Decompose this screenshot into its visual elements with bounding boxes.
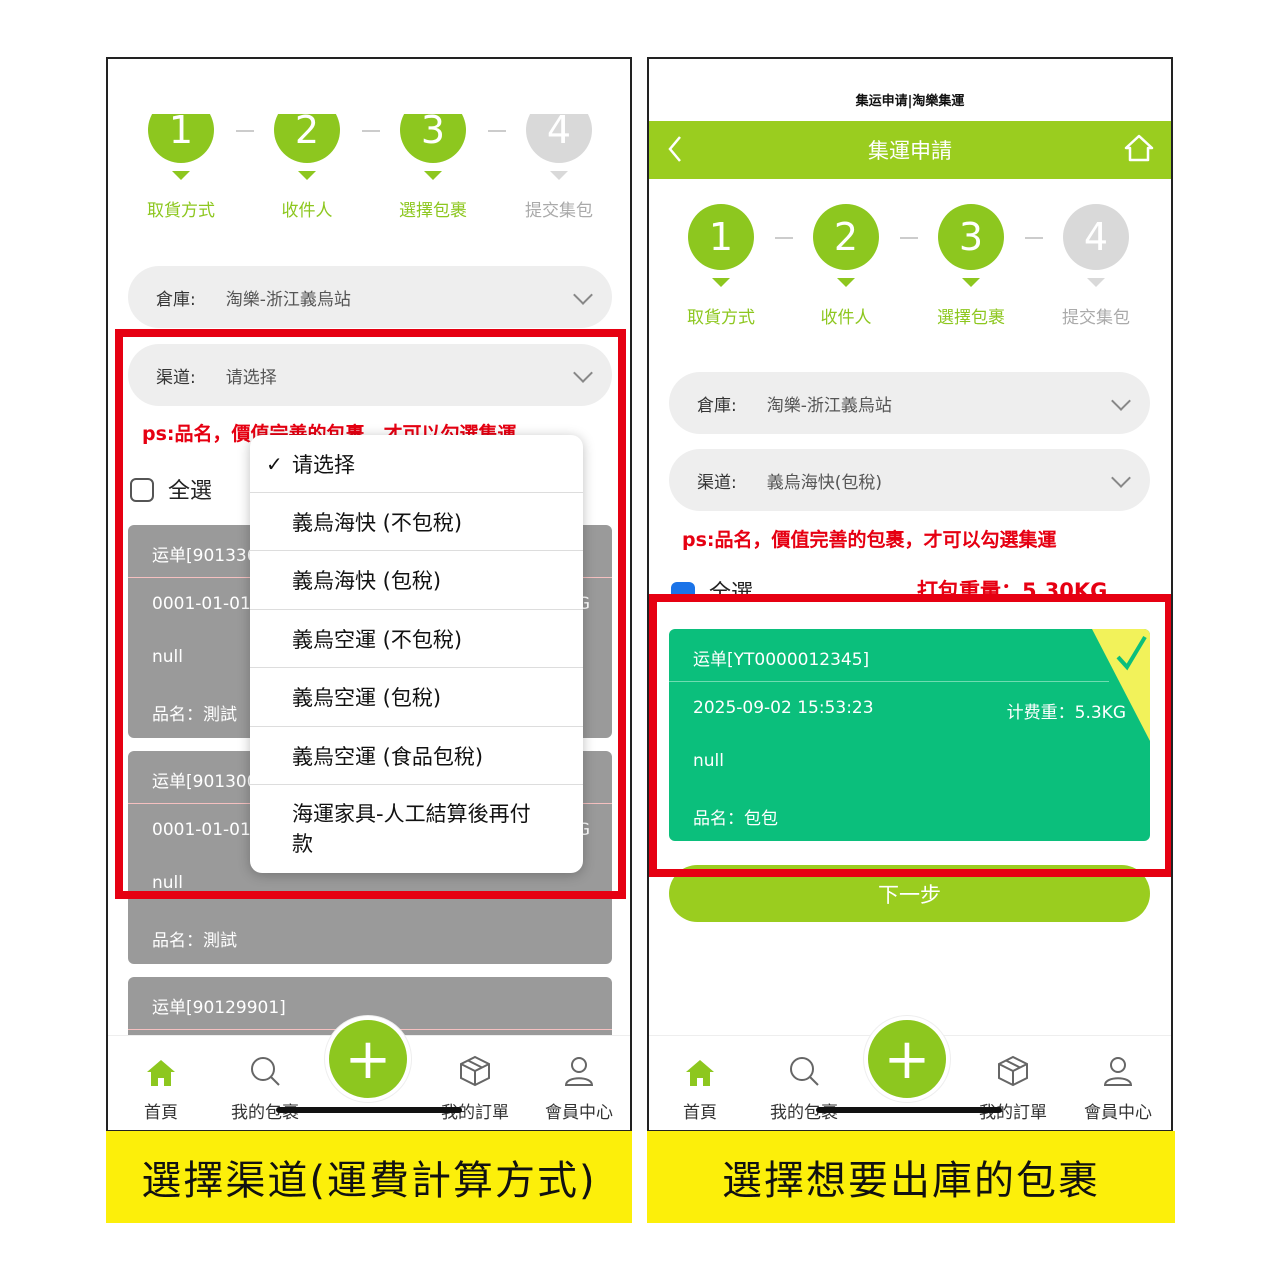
highlight-box xyxy=(115,329,626,899)
step-indicator xyxy=(298,171,316,180)
step-2: 2 收件人 xyxy=(796,204,896,328)
channel-select[interactable]: 渠道: 義烏海快(包稅) xyxy=(669,449,1150,511)
title-mask xyxy=(108,59,630,114)
step-indicator xyxy=(712,278,730,287)
step-2-label: 收件人 xyxy=(281,201,333,221)
chevron-down-icon xyxy=(573,285,593,305)
home-icon xyxy=(116,1036,206,1088)
tab-home[interactable]: 首頁 xyxy=(116,1036,206,1123)
search-icon xyxy=(220,1036,310,1088)
right-phone-screen: 集运申请|淘樂集運 集運申請 1 取貨方式 2 收件人 3 選擇包裹 4 提交集… xyxy=(647,57,1173,1132)
user-icon xyxy=(1073,1036,1163,1088)
step-indicator xyxy=(172,171,190,180)
home-indicator xyxy=(816,1107,1002,1113)
warehouse-select[interactable]: 倉庫: 淘樂-浙江義烏站 xyxy=(669,372,1150,434)
left-phone-screen: 集运申请|淘樂集運 1 取貨方式 2 收件人 3 選擇包裹 4 提交集包 倉庫: xyxy=(106,57,632,1132)
step-indicator xyxy=(837,278,855,287)
step-indicator xyxy=(550,171,568,180)
step-3-label: 選擇包裹 xyxy=(399,201,467,221)
tab-member-center-label: 會員中心 xyxy=(545,1103,613,1123)
left-caption: 選擇渠道(運費計算方式) xyxy=(106,1131,632,1223)
tab-home[interactable]: 首頁 xyxy=(655,1036,745,1123)
page-title: 集運申請 xyxy=(868,139,952,163)
home-icon xyxy=(655,1036,745,1088)
step-1-label: 取貨方式 xyxy=(687,308,755,328)
tab-member-center[interactable]: 會員中心 xyxy=(1073,1036,1163,1123)
step-indicator xyxy=(962,278,980,287)
home-indicator xyxy=(276,1107,462,1113)
ps-notice: ps:品名，價值完善的包裹，才可以勾選集運 xyxy=(682,529,1057,551)
tab-member-center[interactable]: 會員中心 xyxy=(534,1036,624,1123)
progress-steps: 1 取貨方式 2 收件人 3 選擇包裹 4 提交集包 xyxy=(108,97,630,237)
warehouse-value: 淘樂-浙江義烏站 xyxy=(225,289,351,310)
step-indicator xyxy=(424,171,442,180)
step-4: 4 提交集包 xyxy=(1046,204,1146,328)
channel-value: 義烏海快(包稅) xyxy=(766,472,882,493)
step-4-circle: 4 xyxy=(1063,204,1129,270)
add-button[interactable]: + xyxy=(325,1016,411,1102)
step-3-circle: 3 xyxy=(938,204,1004,270)
chevron-down-icon xyxy=(1111,468,1131,488)
step-1-circle: 1 xyxy=(688,204,754,270)
search-icon xyxy=(759,1036,849,1088)
step-4-label: 提交集包 xyxy=(525,201,593,221)
warehouse-select[interactable]: 倉庫: 淘樂-浙江義烏站 xyxy=(128,266,612,328)
page-header: 集運申請 xyxy=(649,121,1171,179)
box-icon xyxy=(430,1036,520,1088)
progress-steps: 1 取貨方式 2 收件人 3 選擇包裹 4 提交集包 xyxy=(649,204,1171,344)
step-4-label: 提交集包 xyxy=(1062,308,1130,328)
home-outline-icon[interactable] xyxy=(1123,133,1155,168)
step-2: 2 收件人 xyxy=(257,97,357,221)
step-connector xyxy=(775,237,793,239)
step-3: 3 選擇包裹 xyxy=(921,204,1021,328)
tab-home-label: 首頁 xyxy=(683,1103,717,1123)
user-icon xyxy=(534,1036,624,1088)
back-icon[interactable] xyxy=(667,135,683,168)
step-2-label: 收件人 xyxy=(820,308,872,328)
highlight-box xyxy=(649,594,1171,877)
tab-home-label: 首頁 xyxy=(144,1103,178,1123)
tab-member-center-label: 會員中心 xyxy=(1084,1103,1152,1123)
step-3-label: 選擇包裹 xyxy=(937,308,1005,328)
add-button[interactable]: + xyxy=(864,1016,950,1102)
step-connector xyxy=(1025,237,1043,239)
app-title: 集运申请|淘樂集運 xyxy=(855,94,965,109)
step-3: 3 選擇包裹 xyxy=(383,97,483,221)
step-connector xyxy=(488,130,506,132)
step-1: 1 取貨方式 xyxy=(671,204,771,328)
step-connector xyxy=(236,130,254,132)
waybill-number: 运单[90129901] xyxy=(152,998,286,1018)
step-4: 4 提交集包 xyxy=(509,97,609,221)
warehouse-label: 倉庫: xyxy=(697,395,737,416)
channel-label: 渠道: xyxy=(697,472,737,493)
warehouse-label: 倉庫: xyxy=(156,289,196,310)
package-name: 品名：測試 xyxy=(152,931,237,951)
step-1-label: 取貨方式 xyxy=(147,201,215,221)
step-1: 1 取貨方式 xyxy=(131,97,231,221)
right-caption: 選擇想要出庫的包裹 xyxy=(647,1131,1175,1223)
step-connector xyxy=(900,237,918,239)
chevron-down-icon xyxy=(1111,391,1131,411)
box-icon xyxy=(968,1036,1058,1088)
step-connector xyxy=(362,130,380,132)
step-indicator xyxy=(1087,278,1105,287)
warehouse-value: 淘樂-浙江義烏站 xyxy=(766,395,892,416)
step-2-circle: 2 xyxy=(813,204,879,270)
